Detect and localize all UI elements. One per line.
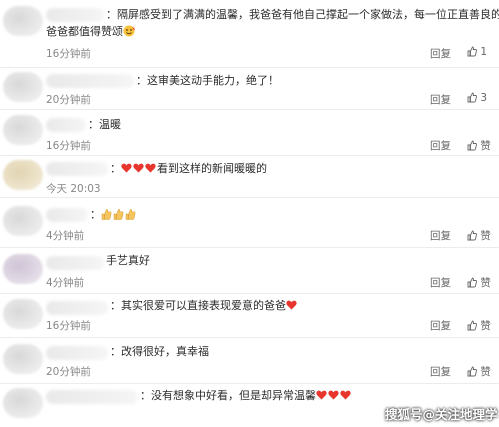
heart-emoji-icon — [286, 300, 297, 310]
reply-button[interactable]: 回复 — [430, 46, 451, 61]
thumbs-up-emoji-icon — [125, 208, 136, 220]
comment-time: 4分钟前 — [46, 277, 85, 289]
like-button[interactable]: 赞 — [467, 138, 491, 153]
like-button[interactable]: 赞 — [467, 228, 491, 243]
comment-time: 4分钟前 — [46, 230, 85, 242]
avatar[interactable] — [3, 115, 43, 145]
comment-time: 16分钟前 — [46, 320, 91, 332]
heart-emoji-icon — [145, 163, 156, 173]
comment-text: ：没有想象中好看，但是却异常温馨 — [140, 387, 352, 404]
thumbs-up-icon — [467, 230, 477, 241]
like-button[interactable]: 赞 — [467, 275, 491, 290]
avatar[interactable] — [3, 6, 43, 36]
comment-text: ：这审美这动手能力，绝了！ — [136, 74, 279, 87]
comment-item: ：温暖 16分钟前 回复 赞 — [0, 110, 499, 156]
reply-button[interactable]: 回复 — [430, 364, 451, 379]
thumbs-up-icon — [467, 92, 477, 103]
like-count: 赞 — [480, 230, 491, 242]
avatar[interactable] — [3, 344, 43, 374]
reply-button[interactable]: 回复 — [430, 138, 451, 153]
comment-item: ： 看到这样的新闻暖暖的 今天 20:03 — [0, 156, 499, 198]
username[interactable] — [46, 8, 104, 22]
username[interactable] — [46, 301, 108, 315]
thumbs-up-icon — [467, 320, 477, 331]
reply-button[interactable]: 回复 — [430, 92, 451, 107]
thumbs-up-icon — [467, 140, 477, 151]
thumbs-up-icon — [467, 277, 477, 288]
heart-emoji-icon — [340, 390, 351, 400]
like-count: 赞 — [480, 140, 491, 152]
like-count: 3 — [480, 92, 488, 104]
heart-emoji-icon — [121, 163, 132, 173]
comment-text-line2: 爸爸都值得赞颂 — [46, 25, 123, 38]
reply-button[interactable]: 回复 — [430, 228, 451, 243]
thumbs-up-emoji-icon — [101, 208, 112, 220]
username[interactable] — [46, 208, 88, 222]
username[interactable] — [46, 74, 134, 88]
like-button[interactable]: 赞 — [467, 318, 491, 333]
comment-text: ： 看到这样的新闻暖暖的 — [110, 160, 267, 177]
like-count: 赞 — [480, 320, 491, 332]
comment-text: ：改得很好，真幸福 — [110, 345, 209, 358]
comment-text: ：隔屏感受到了满满的温馨，我爸爸有他自己撑起一个家做法，每一位正直善良的 — [106, 8, 499, 21]
avatar[interactable] — [3, 160, 43, 190]
thumbs-up-emoji-icon — [113, 208, 124, 220]
username[interactable] — [46, 390, 138, 404]
comment-text-continued: 爸爸都值得赞颂 — [46, 23, 135, 40]
heart-emoji-icon — [328, 390, 339, 400]
username[interactable] — [46, 118, 86, 132]
avatar[interactable] — [3, 206, 43, 236]
comment-text: ： — [90, 206, 137, 223]
reply-button[interactable]: 回复 — [430, 318, 451, 333]
avatar[interactable] — [3, 72, 43, 102]
reply-button[interactable]: 回复 — [430, 275, 451, 290]
heart-emoji-icon — [133, 163, 144, 173]
like-button[interactable]: 1 — [467, 46, 487, 58]
comment-item: ： 4分钟前 回复 赞 — [0, 198, 499, 248]
comment-text: 手艺真好 — [106, 254, 150, 267]
comment-body: ：其实很爱可以直接表现爱意的爸爸 — [110, 299, 286, 312]
username[interactable] — [46, 346, 108, 360]
like-button[interactable]: 赞 — [467, 364, 491, 379]
comment-time: 20分钟前 — [46, 366, 91, 378]
blush-emoji-icon — [123, 25, 135, 37]
thumbs-up-icon — [467, 366, 477, 377]
like-button[interactable]: 3 — [467, 92, 487, 104]
comment-item: ：这审美这动手能力，绝了！ 20分钟前 回复 3 — [0, 68, 499, 110]
like-count: 1 — [480, 46, 488, 58]
comment-body: 看到这样的新闻暖暖的 — [157, 162, 267, 175]
avatar[interactable] — [3, 388, 43, 418]
comment-time: 16分钟前 — [46, 48, 91, 60]
comment-prefix: ： — [90, 208, 101, 221]
username[interactable] — [46, 162, 108, 176]
comment-item: ：隔屏感受到了满满的温馨，我爸爸有他自己撑起一个家做法，每一位正直善良的 爸爸都… — [0, 0, 499, 68]
comment-body: ：没有想象中好看，但是却异常温馨 — [140, 389, 316, 402]
avatar[interactable] — [3, 254, 43, 284]
like-count: 赞 — [480, 277, 491, 289]
comment-text: ：其实很爱可以直接表现爱意的爸爸 — [110, 297, 298, 314]
comment-prefix: ： — [110, 162, 121, 175]
comment-text: ：温暖 — [88, 118, 121, 131]
comment-time: 16分钟前 — [46, 140, 91, 152]
watermark: 搜狐号@关注地理学 — [385, 407, 498, 422]
comment-time: 今天 20:03 — [46, 183, 101, 195]
comment-item: 手艺真好 4分钟前 回复 赞 — [0, 248, 499, 294]
heart-emoji-icon — [316, 390, 327, 400]
comment-item: ：改得很好，真幸福 20分钟前 回复 赞 — [0, 338, 499, 384]
like-count: 赞 — [480, 366, 491, 378]
thumbs-up-icon — [467, 46, 477, 57]
comment-time: 20分钟前 — [46, 94, 91, 106]
comment-item: ：其实很爱可以直接表现爱意的爸爸 16分钟前 回复 赞 — [0, 294, 499, 338]
username[interactable] — [46, 256, 104, 270]
avatar[interactable] — [3, 299, 43, 329]
